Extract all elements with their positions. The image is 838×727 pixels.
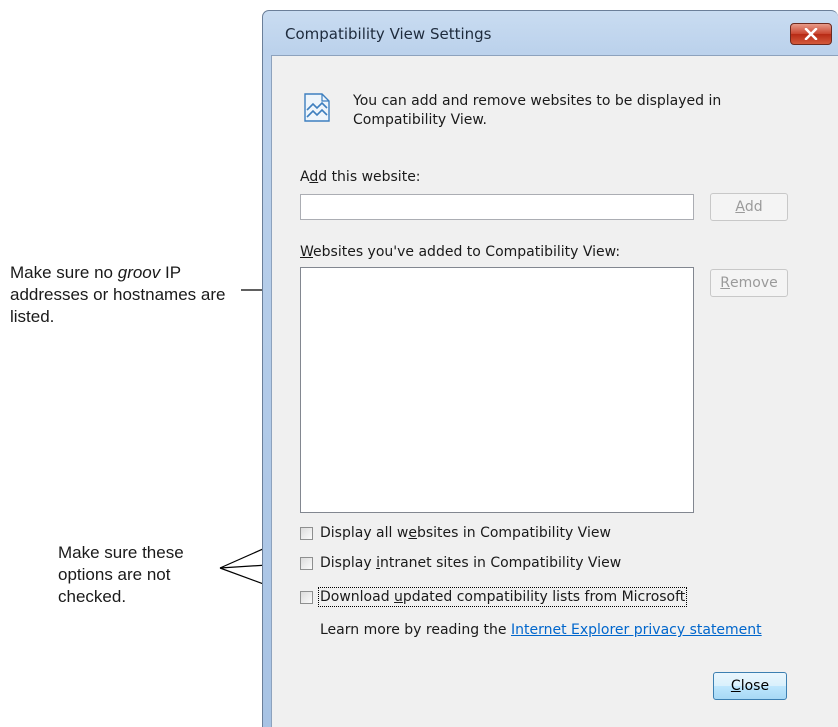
title-close-button[interactable]	[790, 23, 832, 45]
websites-listbox[interactable]	[300, 267, 694, 513]
checkbox-display-intranet-sites[interactable]	[300, 556, 313, 570]
access-key: W	[300, 244, 314, 260]
learn-more-prefix: Learn more by reading the	[320, 622, 511, 638]
access-key: e	[408, 525, 417, 541]
label-part: bsites in Compatibility View	[416, 525, 611, 541]
websites-list-label: Websites you've added to Compatibility V…	[300, 244, 620, 260]
add-website-input[interactable]	[300, 194, 694, 220]
title-bar[interactable]: Compatibility View Settings	[263, 11, 838, 55]
dialog-title: Compatibility View Settings	[285, 25, 492, 43]
access-key: d	[309, 169, 319, 185]
label-part: Display	[320, 555, 377, 571]
remove-button[interactable]: Remove	[710, 269, 788, 297]
label-part: pdated compatibility lists from Microsof…	[402, 589, 686, 605]
close-icon	[804, 28, 818, 40]
label-part: A	[300, 169, 310, 185]
compatibility-view-icon	[304, 93, 330, 122]
label-part: d this website:	[318, 169, 421, 185]
option-display-all-websites[interactable]: Display all websites in Compatibility Vi…	[300, 525, 611, 541]
button-label: emove	[730, 275, 778, 291]
option-label: Display all websites in Compatibility Vi…	[320, 525, 611, 541]
annotation-options-note: Make sure these options are not checked.	[58, 543, 184, 606]
access-key: u	[394, 589, 403, 605]
label-part: ntranet sites in Compatibility View	[379, 555, 622, 571]
add-button[interactable]: Add	[710, 193, 788, 221]
annotation-italic: groov	[117, 263, 161, 282]
label-part: Display all w	[320, 525, 409, 541]
option-download-compatibility-lists[interactable]: Download updated compatibility lists fro…	[300, 587, 688, 607]
dialog-body: You can add and remove websites to be di…	[271, 55, 838, 727]
option-display-intranet-sites[interactable]: Display intranet sites in Compatibility …	[300, 555, 621, 571]
annotation-websites-note: Make sure no groov IP addresses or hostn…	[10, 262, 240, 328]
label-part: Download	[320, 589, 395, 605]
add-website-label: Add this website:	[300, 169, 421, 185]
access-key: R	[720, 275, 730, 291]
info-text: You can add and remove websites to be di…	[353, 93, 722, 128]
compatibility-view-dialog: Compatibility View Settings You can add …	[262, 10, 838, 727]
checkbox-download-compatibility-lists[interactable]	[300, 590, 313, 604]
option-label: Download updated compatibility lists fro…	[317, 587, 688, 607]
access-key: A	[735, 199, 745, 215]
option-label: Display intranet sites in Compatibility …	[320, 555, 621, 571]
annotation-text: Make sure no	[10, 263, 118, 282]
label-part: ebsites you've added to Compatibility Vi…	[313, 244, 621, 260]
button-label: dd	[744, 199, 763, 215]
checkbox-display-all-websites[interactable]	[300, 526, 313, 540]
learn-more-text: Learn more by reading the Internet Explo…	[320, 622, 762, 638]
button-label: lose	[740, 678, 770, 694]
close-button[interactable]: Close	[713, 672, 787, 700]
privacy-statement-link[interactable]: Internet Explorer privacy statement	[511, 622, 762, 638]
access-key: C	[730, 678, 741, 694]
